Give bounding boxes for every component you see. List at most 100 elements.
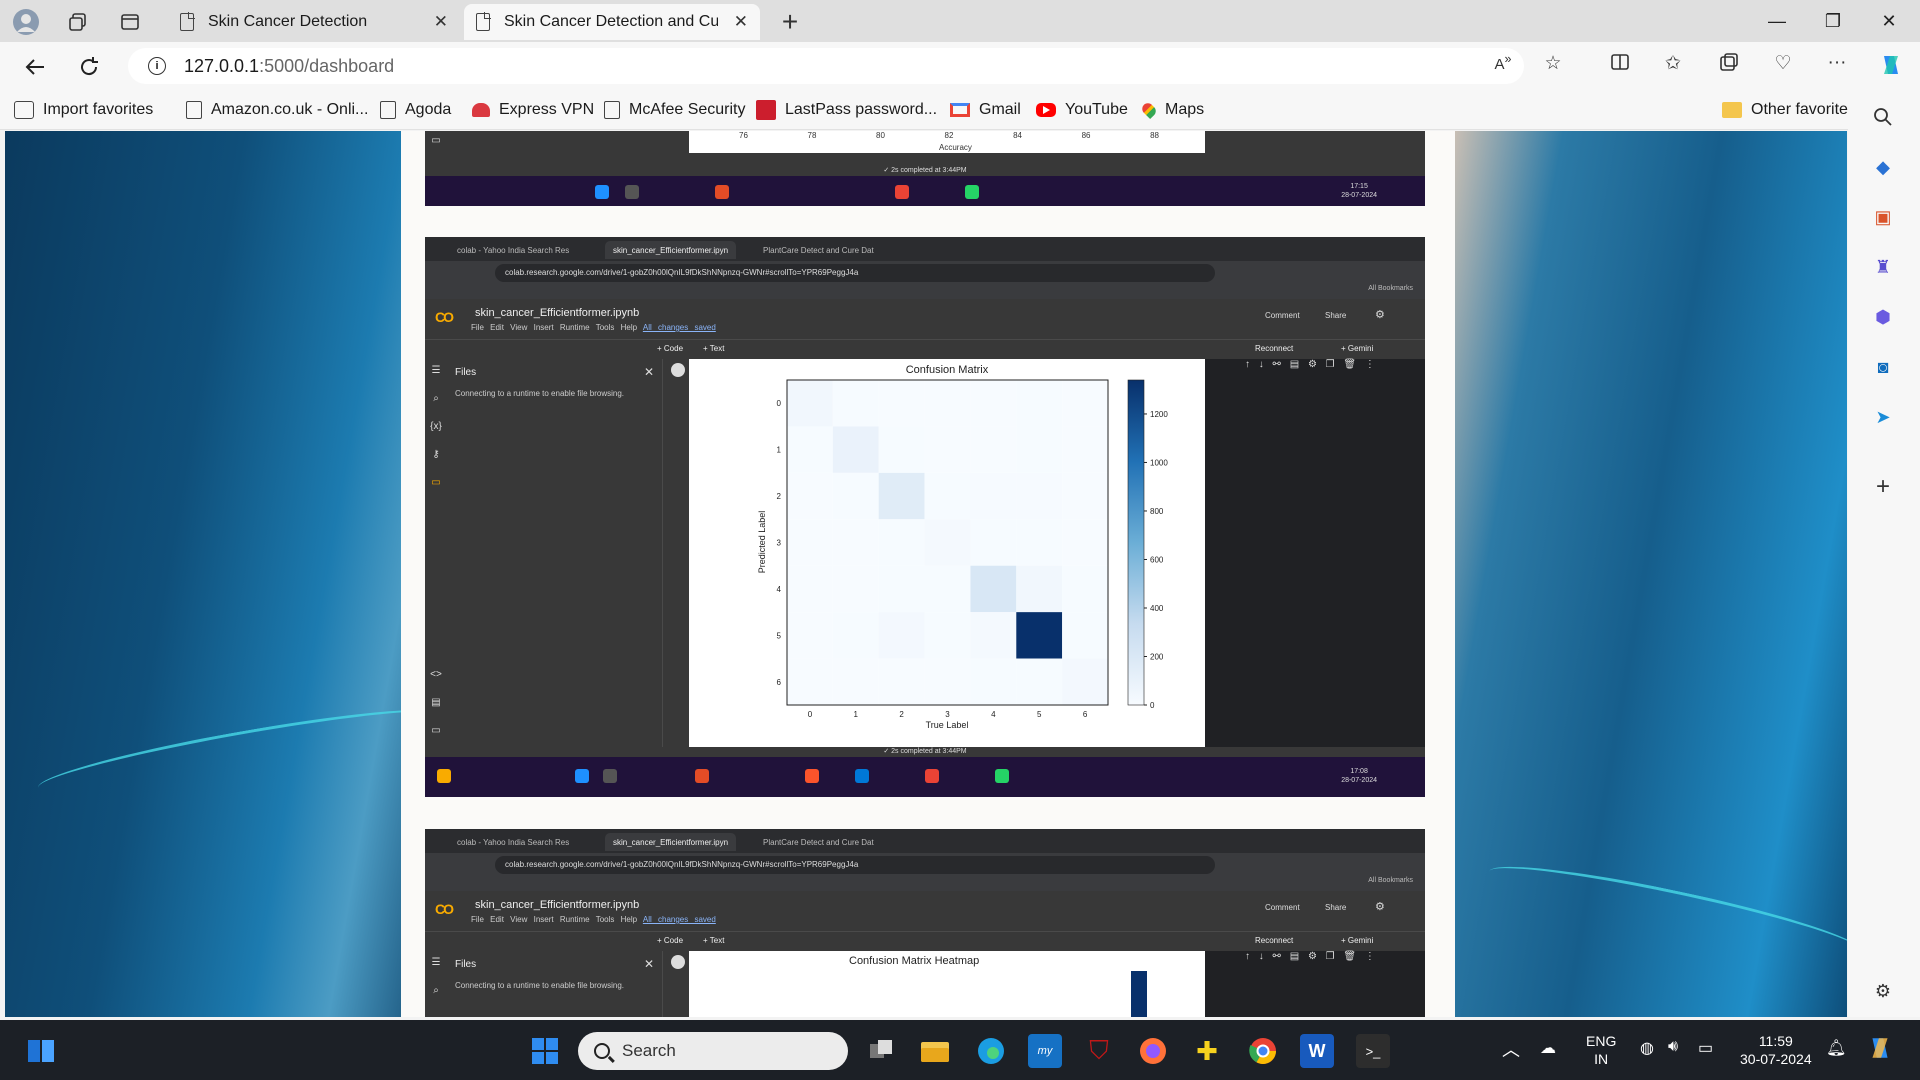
heatmap-cell [1062, 472, 1108, 520]
files-title: Files [455, 959, 477, 970]
mini-tab: skin_cancer_Efficientformer.ipyn [605, 833, 737, 851]
mini-clock: 17:08 28-07-2024 [1341, 767, 1377, 785]
notification-bell-icon[interactable]: 🔔︎ [1826, 1038, 1846, 1058]
address-bar[interactable]: i 127.0.0.1:5000/dashboard [128, 48, 1524, 84]
mcafee-icon[interactable]: ⛉ [1082, 1034, 1116, 1068]
favorite-import[interactable]: Import favorites [14, 98, 153, 122]
widgets-icon[interactable] [24, 1034, 58, 1068]
microsoft365-icon[interactable]: ⬢ [1870, 304, 1896, 330]
heatmap-cell [878, 612, 925, 659]
heatmap-cell [924, 472, 971, 520]
more-menu-icon[interactable]: ··· [1822, 52, 1852, 74]
outlook-icon[interactable]: ◙ [1870, 354, 1896, 380]
search-icon[interactable] [1870, 104, 1896, 130]
profile-avatar-icon[interactable] [10, 6, 42, 38]
edge-browser-icon[interactable] [974, 1034, 1008, 1068]
copilot-icon[interactable] [1876, 52, 1906, 84]
comment-label: Comment [1265, 311, 1300, 320]
tab-actions-icon[interactable] [114, 6, 146, 38]
tab-skin-cancer-detection-and-cure[interactable]: Skin Cancer Detection and Cure I ✕ [464, 4, 760, 40]
new-tab-button[interactable]: + [774, 6, 806, 38]
favorite-label: YouTube [1065, 101, 1128, 118]
battery-icon[interactable]: ▭ [1698, 1038, 1713, 1058]
language-indicator[interactable]: ENG IN [1586, 1032, 1616, 1068]
tick-label: 76 [739, 131, 748, 140]
favorite-star-icon[interactable]: ☆ [1538, 52, 1568, 75]
close-icon[interactable]: ✕ [434, 12, 448, 32]
firefox-icon [695, 769, 709, 783]
task-view-icon[interactable] [864, 1034, 898, 1068]
mini-tab: PlantCare Detect and Cure Dat [763, 245, 874, 255]
refresh-button[interactable] [72, 50, 106, 84]
restore-button[interactable]: ❐ [1810, 6, 1856, 36]
settings-gear-icon[interactable]: ⚙ [1870, 978, 1896, 1004]
heatmap-cell [1062, 658, 1108, 705]
word-icon[interactable]: W [1300, 1034, 1334, 1068]
files-message: Connecting to a runtime to enable file b… [455, 389, 624, 398]
favorites-list-icon[interactable]: ✩ [1658, 52, 1688, 75]
send-icon[interactable]: ➤ [1870, 404, 1896, 430]
menu-item: Edit [490, 323, 504, 332]
terminal-app-icon[interactable]: >_ [1356, 1034, 1390, 1068]
heatmap-cell [1062, 612, 1108, 659]
heatmap-cell [787, 426, 833, 473]
lang-line: IN [1594, 1051, 1609, 1067]
mini-tab: skin_cancer_Efficientformer.ipyn [605, 241, 737, 259]
chevron-up-icon[interactable]: ︿ [1502, 1036, 1520, 1062]
close-window-button[interactable]: ✕ [1866, 6, 1912, 36]
comment-label: Comment [1265, 903, 1300, 912]
refresh-icon [81, 57, 98, 76]
chrome-icon [895, 185, 909, 199]
page-icon [380, 101, 396, 119]
tick-label: 80 [876, 131, 885, 140]
chrome-icon[interactable] [1246, 1034, 1280, 1068]
vpn-icon [472, 103, 490, 117]
site-info-icon[interactable]: i [148, 57, 166, 75]
mini-url-row: colab.research.google.com/drive/1-gobZ0h… [425, 853, 1425, 877]
heatmap-cell [878, 380, 925, 427]
mylife-app-icon[interactable]: my [1028, 1034, 1062, 1068]
page-icon [604, 101, 620, 119]
page-icon [476, 12, 491, 31]
heatmap-cell [832, 612, 879, 659]
tools-icon[interactable]: ▣ [1870, 204, 1896, 230]
favorite-agoda[interactable]: Agoda [380, 98, 451, 122]
minimize-button[interactable]: — [1754, 6, 1800, 36]
page-viewport[interactable]: 76 78 80 82 84 86 88 Accuracy ▭ ✓ 2s com… [5, 131, 1847, 1017]
copilot-icon[interactable] [1866, 1034, 1894, 1065]
start-windows-icon[interactable] [528, 1034, 562, 1068]
workspaces-icon[interactable] [62, 6, 94, 38]
favorite-gmail[interactable]: Gmail [950, 98, 1021, 122]
favorite-lastpass[interactable]: LastPass password... [756, 98, 937, 122]
favorite-amazon[interactable]: Amazon.co.uk - Onli... [186, 98, 368, 122]
split-screen-icon[interactable] [1605, 52, 1635, 78]
wifi-icon[interactable]: ◍ [1640, 1038, 1654, 1058]
shopping-tag-icon[interactable]: ◆ [1870, 154, 1896, 180]
favorite-express-vpn[interactable]: Express VPN [472, 98, 594, 122]
games-icon[interactable]: ♜ [1870, 254, 1896, 280]
tab-skin-cancer-detection[interactable]: Skin Cancer Detection ✕ [168, 4, 460, 40]
favorite-maps[interactable]: Maps [1139, 98, 1204, 122]
file-explorer-icon[interactable] [918, 1034, 952, 1068]
browser-essentials-icon[interactable]: ♡ [1768, 52, 1798, 75]
favorite-mcafee[interactable]: McAfee Security [604, 98, 745, 122]
close-icon[interactable]: ✕ [734, 12, 748, 32]
clock[interactable]: 11:59 30-07-2024 [1740, 1032, 1812, 1068]
files-panel: Files ✕ Connecting to a runtime to enabl… [447, 951, 663, 1017]
favorite-youtube[interactable]: YouTube [1036, 98, 1128, 122]
taskbar-search[interactable]: Search [578, 1032, 848, 1070]
cloud-icon[interactable]: ☁ [1540, 1038, 1556, 1058]
files-title: Files [455, 367, 477, 378]
volume-icon[interactable]: 🔊︎ [1668, 1038, 1678, 1056]
read-aloud-icon[interactable]: A» [1488, 52, 1518, 73]
heatmap-cell [878, 472, 925, 520]
firefox-icon[interactable] [1136, 1034, 1170, 1068]
other-favorites[interactable]: Other favorites [1722, 98, 1856, 122]
clock-date: 30-07-2024 [1740, 1051, 1812, 1067]
mini-url-row: colab.research.google.com/drive/1-gobZ0h… [425, 261, 1425, 285]
back-button[interactable] [18, 50, 52, 84]
add-icon[interactable]: + [1870, 473, 1896, 500]
mini-url: colab.research.google.com/drive/1-gobZ0h… [495, 856, 1215, 874]
collections-icon[interactable] [1714, 52, 1744, 78]
app-plus-icon[interactable]: ✚ [1190, 1034, 1224, 1068]
